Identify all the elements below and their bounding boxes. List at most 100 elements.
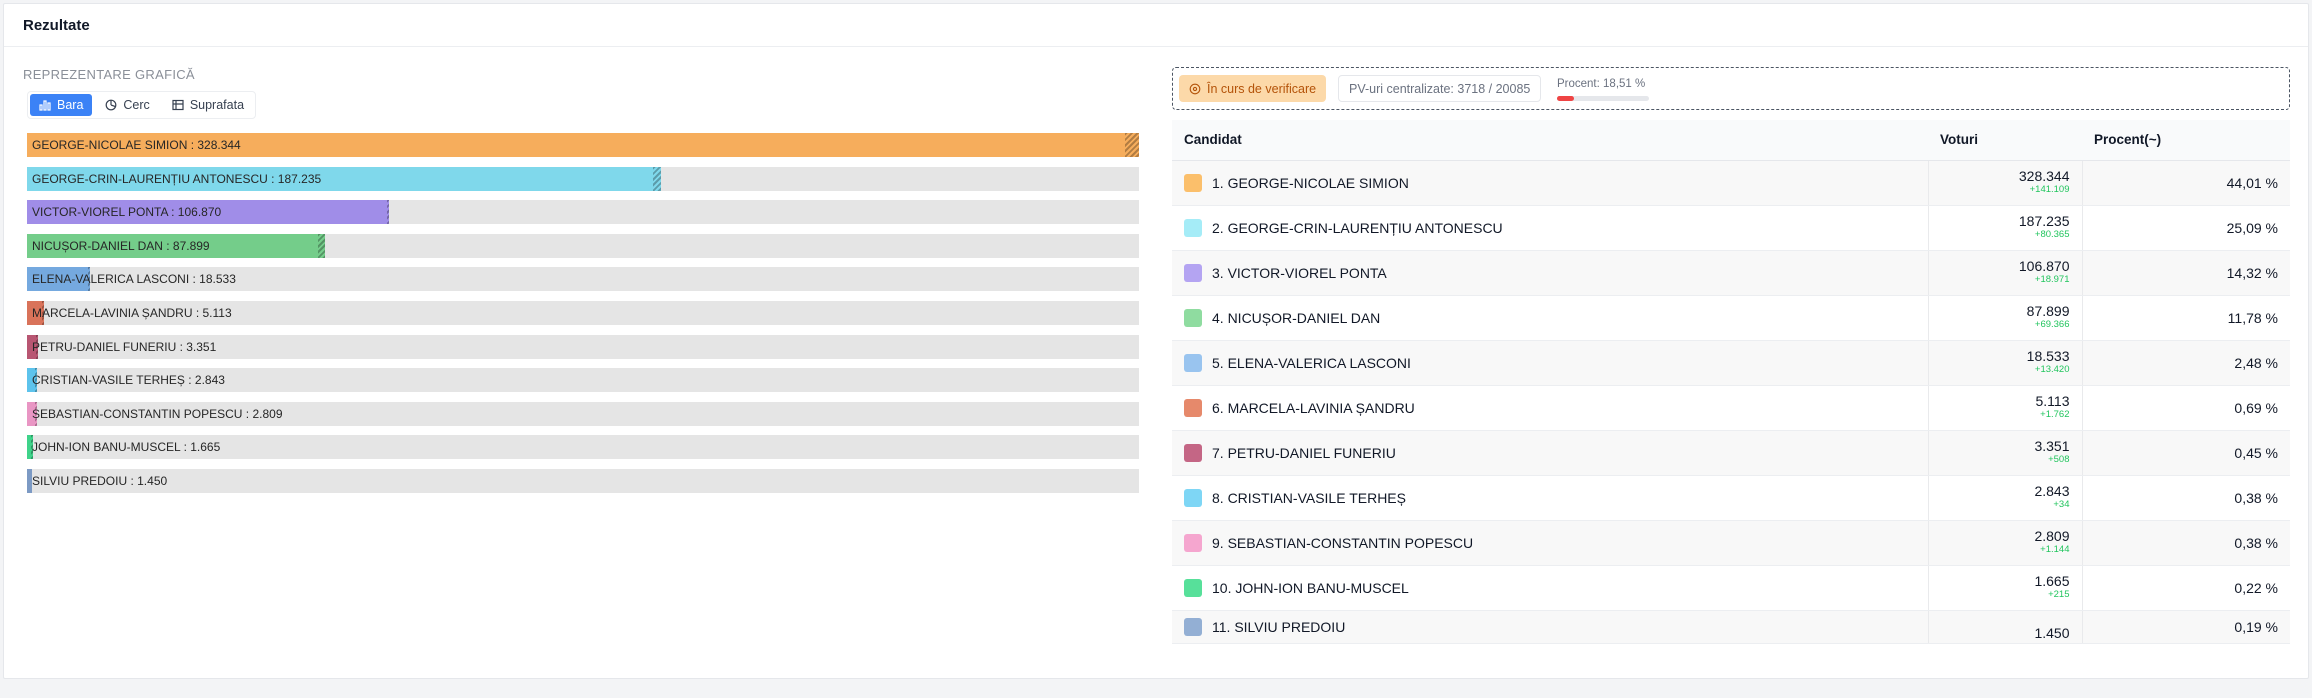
bar-row[interactable]: JOHN-ION BANU-MUSCEL : 1.665 <box>27 435 1139 460</box>
cell-voturi: 187.235 +80.365 <box>1928 205 2083 251</box>
cell-candidat: 11. SILVIU PREDOIU <box>1172 610 1929 644</box>
bar-label: CRISTIAN-VASILE TERHEȘ : 2.843 <box>32 373 225 388</box>
status-bar: În curs de verificare PV-uri centralizat… <box>1172 67 2290 110</box>
cell-procent: 0,45 % <box>2082 430 2290 476</box>
votes-value: 1.665 <box>2034 573 2070 590</box>
cell-procent: 0,19 % <box>2082 610 2290 644</box>
panel-header: Rezultate <box>4 4 2308 47</box>
header-procent[interactable]: Procent(~) <box>2082 120 2290 161</box>
bar-label: JOHN-ION BANU-MUSCEL : 1.665 <box>32 440 221 455</box>
candidate-color-swatch <box>1184 173 1202 192</box>
table-row[interactable]: 2. GEORGE-CRIN-LAURENȚIU ANTONESCU 187.23… <box>1172 205 2290 251</box>
bar-chart: GEORGE-NICOLAE SIMION : 328.344 GEORGE-CR… <box>27 133 1139 503</box>
chart-type-switch: Bara Cerc Suprafata <box>27 91 257 119</box>
cell-procent: 11,78 % <box>2082 295 2290 341</box>
bar-row[interactable]: ELENA-VALERICA LASCONI : 18.533 <box>27 267 1139 292</box>
cell-voturi: 2.843 +34 <box>1928 475 2083 521</box>
candidate-color-swatch <box>1184 218 1202 237</box>
cell-procent: 0,38 % <box>2082 475 2290 521</box>
cell-candidat: 2. GEORGE-CRIN-LAURENȚIU ANTONESCU <box>1172 205 1929 251</box>
bar-row[interactable]: SEBASTIAN-CONSTANTIN POPESCU : 2.809 <box>27 401 1139 426</box>
bar-row[interactable]: GEORGE-CRIN-LAURENȚIU ANTONESCU : 187.23… <box>27 166 1139 191</box>
bar-label: SILVIU PREDOIU : 1.450 <box>32 473 168 488</box>
votes-value: 2.843 <box>2034 483 2070 500</box>
bar-row[interactable]: GEORGE-NICOLAE SIMION : 328.344 <box>27 133 1139 157</box>
bar-increment <box>1124 133 1139 157</box>
candidate-name: 5. ELENA-VALERICA LASCONI <box>1212 354 1411 371</box>
bar-label: NICUȘOR-DANIEL DAN : 87.899 <box>32 238 210 253</box>
table-row[interactable]: 3. VICTOR-VIOREL PONTA 106.870 +18.971 14,3… <box>1172 250 2290 296</box>
table-row[interactable]: 4. NICUȘOR-DANIEL DAN 87.899 +69.366 11,78 … <box>1172 295 2290 341</box>
verification-status-badge: În curs de verificare <box>1179 75 1327 102</box>
votes-increment: +13.420 <box>2034 364 2070 376</box>
cell-voturi: 1.450 <box>1928 610 2083 644</box>
cell-candidat: 1. GEORGE-NICOLAE SIMION <box>1172 160 1929 206</box>
bar-increment <box>317 233 325 258</box>
pv-count: PV-uri centralizate: 3718 / 20085 <box>1338 75 1542 102</box>
table-row[interactable]: 10. JOHN-ION BANU-MUSCEL 1.665 +215 0,22 % <box>1172 565 2290 611</box>
votes-value: 87.899 <box>2026 303 2070 320</box>
bar-row[interactable]: NICUȘOR-DANIEL DAN : 87.899 <box>27 233 1139 258</box>
bar-label: MARCELA-LAVINIA ȘANDRU : 5.113 <box>32 305 232 320</box>
votes-increment: +69.366 <box>2034 319 2070 331</box>
candidate-name: 10. JOHN-ION BANU-MUSCEL <box>1212 579 1409 596</box>
bar-row[interactable]: SILVIU PREDOIU : 1.450 <box>27 468 1139 493</box>
view-bar-label: Bara <box>57 98 84 112</box>
bar-label: PETRU-DANIEL FUNERIU : 3.351 <box>32 339 217 354</box>
table-row[interactable]: 11. SILVIU PREDOIU 1.450 0,19 % <box>1172 610 2290 644</box>
votes-increment: +1.144 <box>2040 544 2070 556</box>
table-row[interactable]: 8. CRISTIAN-VASILE TERHEȘ 2.843 +34 0,38 % <box>1172 475 2290 521</box>
candidate-name: 11. SILVIU PREDOIU <box>1212 618 1346 635</box>
votes-value: 328.344 <box>2018 168 2070 185</box>
cell-voturi: 106.870 +18.971 <box>1928 250 2083 296</box>
bar-increment <box>386 200 389 225</box>
clock-icon <box>1189 83 1201 94</box>
table-row[interactable]: 1. GEORGE-NICOLAE SIMION 328.344 +141.109 4… <box>1172 160 2290 206</box>
candidate-color-swatch <box>1184 533 1202 552</box>
bar-row[interactable]: PETRU-DANIEL FUNERIU : 3.351 <box>27 334 1139 359</box>
table-row[interactable]: 9. SEBASTIAN-CONSTANTIN POPESCU 2.809 +1.1… <box>1172 520 2290 566</box>
cell-voturi: 328.344 +141.109 <box>1928 160 2083 206</box>
cell-candidat: 5. ELENA-VALERICA LASCONI <box>1172 340 1929 386</box>
cell-voturi: 1.665 +215 <box>1928 565 2083 611</box>
bar-row[interactable]: VICTOR-VIOREL PONTA : 106.870 <box>27 200 1139 225</box>
candidate-name: 4. NICUȘOR-DANIEL DAN <box>1212 309 1381 326</box>
cell-procent: 0,22 % <box>2082 565 2290 611</box>
processed-percent-text: Procent: 18,51 % <box>1557 78 1646 90</box>
bar-row[interactable]: CRISTIAN-VASILE TERHEȘ : 2.843 <box>27 368 1139 393</box>
votes-value: 187.235 <box>2018 213 2070 230</box>
bar-row[interactable]: MARCELA-LAVINIA ȘANDRU : 5.113 <box>27 300 1139 325</box>
verification-status-text: În curs de verificare <box>1207 81 1317 96</box>
table-row[interactable]: 7. PETRU-DANIEL FUNERIU 3.351 +508 0,45 % <box>1172 430 2290 476</box>
cell-candidat: 6. MARCELA-LAVINIA ȘANDRU <box>1172 385 1929 431</box>
votes-increment: +1.762 <box>2040 409 2070 421</box>
votes-increment: +215 <box>2048 589 2070 601</box>
bar-label: GEORGE-CRIN-LAURENȚIU ANTONESCU : 187.23… <box>32 171 322 186</box>
view-bar-button[interactable]: Bara <box>30 94 93 116</box>
processed-percent-fill <box>1557 96 1575 101</box>
bar-chart-icon <box>39 100 51 111</box>
votes-increment: +141.109 <box>2029 184 2070 196</box>
candidate-color-swatch <box>1184 617 1202 636</box>
cell-voturi: 87.899 +69.366 <box>1928 295 2083 341</box>
cell-voturi: 2.809 +1.144 <box>1928 520 2083 566</box>
view-pie-button[interactable]: Cerc <box>96 94 158 116</box>
cell-candidat: 8. CRISTIAN-VASILE TERHEȘ <box>1172 475 1929 521</box>
table-row[interactable]: 6. MARCELA-LAVINIA ȘANDRU 5.113 +1.762 0,69… <box>1172 385 2290 431</box>
view-area-button[interactable]: Suprafata <box>163 94 253 116</box>
header-voturi[interactable]: Voturi <box>1928 120 2082 161</box>
bar-label: SEBASTIAN-CONSTANTIN POPESCU : 2.809 <box>32 406 283 421</box>
candidate-name: 9. SEBASTIAN-CONSTANTIN POPESCU <box>1212 534 1474 551</box>
votes-value: 5.113 <box>2035 393 2070 410</box>
votes-value: 3.351 <box>2034 438 2070 455</box>
header-candidat[interactable]: Candidat <box>1172 120 1928 161</box>
cell-candidat: 3. VICTOR-VIOREL PONTA <box>1172 250 1929 296</box>
votes-increment: +34 <box>2053 499 2070 511</box>
votes-value: 1.450 <box>2034 624 2070 641</box>
candidate-color-swatch <box>1184 263 1202 282</box>
table-row[interactable]: 5. ELENA-VALERICA LASCONI 18.533 +13.420 2,… <box>1172 340 2290 386</box>
area-chart-icon <box>172 99 184 111</box>
cell-candidat: 9. SEBASTIAN-CONSTANTIN POPESCU <box>1172 520 1929 566</box>
votes-value: 106.870 <box>2018 258 2070 275</box>
bar-label: ELENA-VALERICA LASCONI : 18.533 <box>32 272 236 287</box>
